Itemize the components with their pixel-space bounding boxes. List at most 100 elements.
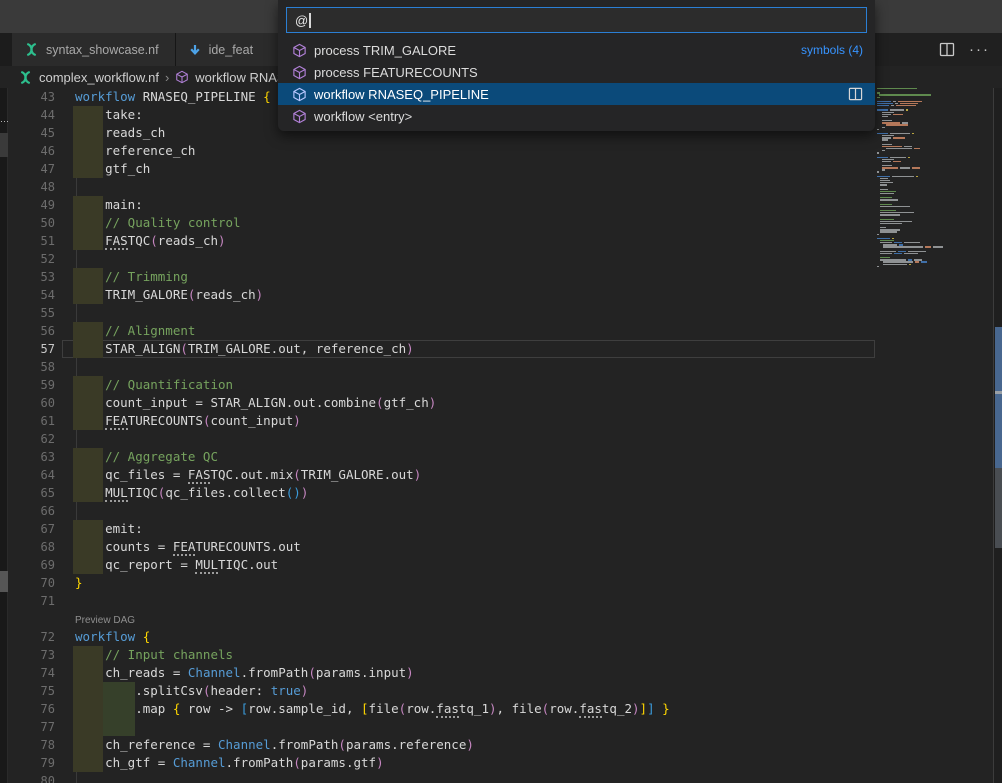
right-scrollbar-strip — [993, 88, 1002, 783]
code-line-content — [75, 250, 876, 268]
line-number: 43 — [0, 88, 55, 106]
codelens-preview-dag[interactable]: Preview DAG — [75, 614, 135, 628]
code-line-51[interactable]: 51 FASTQC(reads_ch) — [0, 232, 876, 250]
tab-label: ide_feat — [209, 43, 253, 57]
code-line-54[interactable]: 54 TRIM_GALORE(reads_ch) — [0, 286, 876, 304]
code-line-75[interactable]: 75 .splitCsv(header: true) — [0, 682, 876, 700]
code-line-58[interactable]: 58 — [0, 358, 876, 376]
code-line-61[interactable]: 61 FEATURECOUNTS(count_input) — [0, 412, 876, 430]
quick-open-input[interactable]: @ — [286, 7, 867, 33]
code-line-68[interactable]: 68 counts = FEATURECOUNTS.out — [0, 538, 876, 556]
quick-open-widget: @ process TRIM_GALORE symbols (4) — [278, 0, 875, 131]
code-line-76[interactable]: 76 .map { row -> [row.sample_id, [file(r… — [0, 700, 876, 718]
code-line-55[interactable]: 55 — [0, 304, 876, 322]
code-line-49[interactable]: 49 main: — [0, 196, 876, 214]
code-line-content: gtf_ch — [75, 160, 876, 178]
code-line-content — [75, 772, 876, 783]
line-number: 61 — [0, 412, 55, 430]
symbol-cube-icon — [292, 109, 307, 124]
code-line-70[interactable]: 70} — [0, 574, 876, 592]
nextflow-icon — [24, 42, 39, 57]
code-line-47[interactable]: 47 gtf_ch — [0, 160, 876, 178]
code-line-77[interactable]: 77 — [0, 718, 876, 736]
line-number: 55 — [0, 304, 55, 322]
code-line-content — [75, 358, 876, 376]
code-line-63[interactable]: 63 // Aggregate QC — [0, 448, 876, 466]
code-line-50[interactable]: 50 // Quality control — [0, 214, 876, 232]
code-line-content: // Alignment — [75, 322, 876, 340]
symbol-cube-icon — [175, 70, 189, 84]
codelens-row: Preview DAG — [0, 610, 876, 628]
code-line-79[interactable]: 79 ch_gtf = Channel.fromPath(params.gtf) — [0, 754, 876, 772]
code-line-content: reference_ch — [75, 142, 876, 160]
text-cursor — [309, 13, 311, 28]
strip-marker — [0, 133, 8, 157]
code-line-content — [75, 178, 876, 196]
scrollbar-thumb[interactable] — [995, 468, 1002, 548]
nextflow-icon — [18, 70, 33, 85]
code-line-78[interactable]: 78 ch_reference = Channel.fromPath(param… — [0, 736, 876, 754]
code-line-66[interactable]: 66 — [0, 502, 876, 520]
line-number: 46 — [0, 142, 55, 160]
tab-syntax-showcase[interactable]: syntax_showcase.nf — [12, 33, 176, 66]
split-editor-icon[interactable] — [939, 42, 955, 57]
line-number: 67 — [0, 520, 55, 538]
minimap[interactable] — [877, 88, 989, 388]
code-line-content: // Quality control — [75, 214, 876, 232]
symbol-cube-icon — [292, 87, 307, 102]
code-line-71[interactable]: 71 — [0, 592, 876, 610]
code-line-74[interactable]: 74 ch_reads = Channel.fromPath(params.in… — [0, 664, 876, 682]
code-line-content: qc_report = MULTIQC.out — [75, 556, 876, 574]
code-line-67[interactable]: 67 emit: — [0, 520, 876, 538]
code-line-48[interactable]: 48 — [0, 178, 876, 196]
code-line-content: // Trimming — [75, 268, 876, 286]
code-line-content — [75, 304, 876, 322]
code-line-73[interactable]: 73 // Input channels — [0, 646, 876, 664]
vscode-window: syntax_showcase.nf ide_feat ··· — [0, 0, 1002, 783]
code-line-72[interactable]: 72workflow { — [0, 628, 876, 646]
code-line-content: count_input = STAR_ALIGN.out.combine(gtf… — [75, 394, 876, 412]
line-number: 48 — [0, 178, 55, 196]
code-line-80[interactable]: 80 — [0, 772, 876, 783]
line-number: 58 — [0, 358, 55, 376]
arrow-down-icon — [188, 43, 202, 57]
quickpick-item-workflow-entry[interactable]: workflow <entry> — [278, 105, 875, 127]
code-line-content: .splitCsv(header: true) — [75, 682, 876, 700]
line-number: 78 — [0, 736, 55, 754]
code-line-content — [75, 592, 876, 610]
collapsed-panel-strip[interactable]: ⋯ — [0, 88, 8, 783]
more-actions-icon[interactable]: ··· — [969, 41, 990, 58]
code-line-57[interactable]: 57 STAR_ALIGN(TRIM_GALORE.out, reference… — [0, 340, 876, 358]
code-editor[interactable]: 43workflow RNASEQ_PIPELINE {44 take:45 r… — [0, 88, 876, 783]
quickpick-item-process-featurecounts[interactable]: process FEATURECOUNTS — [278, 61, 875, 83]
code-line-content: TRIM_GALORE(reads_ch) — [75, 286, 876, 304]
line-number: 74 — [0, 664, 55, 682]
code-line-62[interactable]: 62 — [0, 430, 876, 448]
code-line-content: counts = FEATURECOUNTS.out — [75, 538, 876, 556]
code-line-69[interactable]: 69 qc_report = MULTIQC.out — [0, 556, 876, 574]
line-number: 66 — [0, 502, 55, 520]
code-line-content: STAR_ALIGN(TRIM_GALORE.out, reference_ch… — [75, 340, 876, 358]
code-line-64[interactable]: 64 qc_files = FASTQC.out.mix(TRIM_GALORE… — [0, 466, 876, 484]
line-number: 63 — [0, 448, 55, 466]
quickpick-item-workflow-rnaseq-pipeline[interactable]: workflow RNASEQ_PIPELINE — [278, 83, 875, 105]
quickpick-item-process-trim-galore[interactable]: process TRIM_GALORE symbols (4) — [278, 39, 875, 61]
line-number: 79 — [0, 754, 55, 772]
item-label: workflow <entry> — [314, 109, 412, 124]
line-number: 70 — [0, 574, 55, 592]
code-line-content: workflow { — [75, 628, 876, 646]
code-line-59[interactable]: 59 // Quantification — [0, 376, 876, 394]
code-line-53[interactable]: 53 // Trimming — [0, 268, 876, 286]
open-to-side-icon[interactable] — [848, 87, 863, 101]
breadcrumb-file[interactable]: complex_workflow.nf — [39, 70, 159, 85]
code-line-56[interactable]: 56 // Alignment — [0, 322, 876, 340]
code-line-46[interactable]: 46 reference_ch — [0, 142, 876, 160]
breadcrumb-separator: › — [165, 70, 169, 85]
code-line-65[interactable]: 65 MULTIQC(qc_files.collect()) — [0, 484, 876, 502]
code-line-52[interactable]: 52 — [0, 250, 876, 268]
code-line-content: FEATURECOUNTS(count_input) — [75, 412, 876, 430]
code-line-content: ch_reference = Channel.fromPath(params.r… — [75, 736, 876, 754]
code-line-60[interactable]: 60 count_input = STAR_ALIGN.out.combine(… — [0, 394, 876, 412]
line-number: 80 — [0, 772, 55, 783]
code-line-content: // Input channels — [75, 646, 876, 664]
